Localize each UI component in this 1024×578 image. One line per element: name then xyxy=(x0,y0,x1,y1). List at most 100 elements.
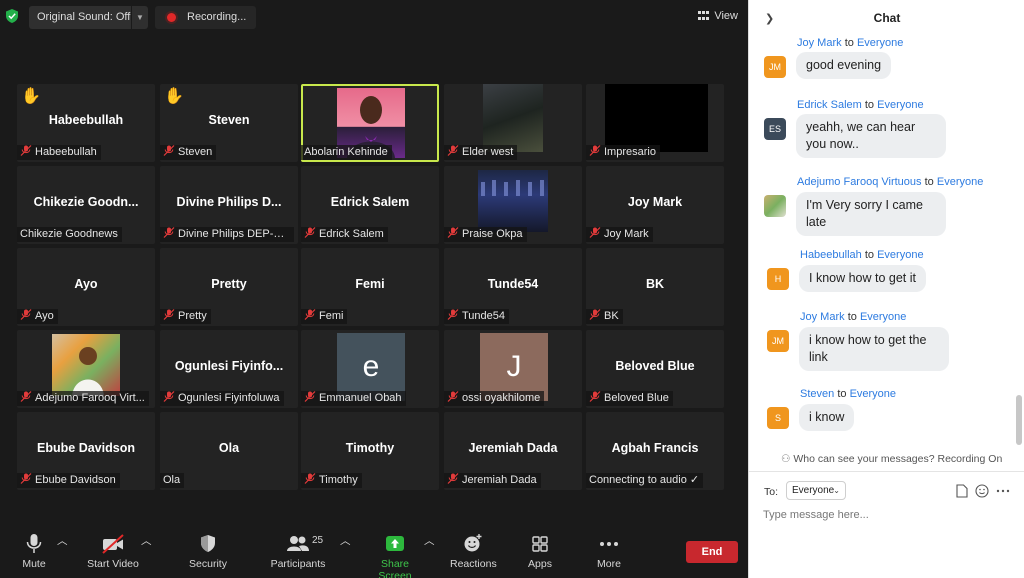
participant-tile[interactable]: Femi Femi xyxy=(301,248,439,326)
chat-message-header: Joy Mark to Everyone xyxy=(800,311,906,323)
file-icon[interactable] xyxy=(956,484,968,501)
participant-name: Pretty xyxy=(211,277,247,291)
share-screen-button[interactable]: Share Screen xyxy=(364,533,426,578)
participant-tile[interactable]: Edrick Salem Edrick Salem xyxy=(301,166,439,244)
chat-scrollbar[interactable] xyxy=(1016,38,1022,445)
nameplate-label: Edrick Salem xyxy=(319,228,384,240)
participant-tile[interactable]: Praise Okpa xyxy=(444,166,582,244)
participant-nameplate: Joy Mark xyxy=(586,227,653,242)
nameplate-label: Elder west xyxy=(462,146,514,158)
apps-button[interactable]: Apps xyxy=(524,533,556,570)
raised-hand-icon: ✋ xyxy=(21,88,41,105)
participants-options-chevron-icon[interactable]: ︿ xyxy=(340,533,351,548)
participant-tile[interactable]: Beloved Blue Beloved Blue xyxy=(586,330,724,408)
security-button[interactable]: Security xyxy=(186,533,230,570)
security-shield-icon xyxy=(201,535,215,552)
chat-message-bubble[interactable]: i know xyxy=(799,404,855,431)
mute-options-chevron-icon[interactable]: ︿ xyxy=(57,533,68,548)
participant-tile[interactable]: Timothy Timothy xyxy=(301,412,439,490)
start-video-button[interactable]: Start Video xyxy=(84,533,142,570)
chat-message-header: Joy Mark to Everyone xyxy=(797,37,903,49)
sender-name[interactable]: Edrick Salem xyxy=(797,99,862,111)
share-options-chevron-icon[interactable]: ︿ xyxy=(424,533,435,548)
avatar xyxy=(764,195,786,217)
participant-nameplate: Beloved Blue xyxy=(586,391,673,406)
participant-nameplate: BK xyxy=(586,309,623,324)
end-meeting-button[interactable]: End xyxy=(686,541,738,563)
chat-message-bubble[interactable]: good evening xyxy=(796,52,892,79)
chat-message-bubble[interactable]: I know how to get it xyxy=(799,265,927,292)
participant-tile[interactable]: Ayo Ayo xyxy=(17,248,155,326)
participant-name: Jeremiah Dada xyxy=(468,441,558,455)
recipient-name: Everyone xyxy=(877,249,924,261)
participant-tile[interactable]: Impresario xyxy=(586,84,724,162)
microphone-icon xyxy=(26,534,42,553)
participant-tile[interactable]: Joy Mark Joy Mark xyxy=(586,166,724,244)
more-options-icon[interactable] xyxy=(996,484,1010,501)
sender-name[interactable]: Joy Mark xyxy=(800,311,845,323)
participant-tile[interactable]: ✋ Steven Steven xyxy=(160,84,298,162)
sender-name[interactable]: Adejumo Farooq Virtuous xyxy=(797,176,922,188)
participant-tile[interactable]: Divine Philips D... Divine Philips DEP-EX… xyxy=(160,166,298,244)
participant-tile[interactable]: Tunde54 Tunde54 xyxy=(444,248,582,326)
video-options-chevron-icon[interactable]: ︿ xyxy=(141,533,152,548)
participant-tile[interactable]: Abolarin Kehinde xyxy=(301,84,439,162)
microphone-muted-icon xyxy=(447,227,459,238)
share-screen-icon xyxy=(386,536,404,551)
privacy-notice[interactable]: ⚇ Who can see your messages? Recording O… xyxy=(781,453,1002,465)
participant-tile[interactable]: BK BK xyxy=(586,248,724,326)
participant-tile[interactable]: Jeremiah Dada Jeremiah Dada xyxy=(444,412,582,490)
recording-indicator[interactable]: Recording... xyxy=(155,6,256,29)
recipient-select[interactable]: Everyone ⌄ xyxy=(786,481,846,500)
scrollbar-thumb[interactable] xyxy=(1016,395,1022,445)
chat-message-bubble[interactable]: yeahh, we can hear you now.. xyxy=(796,114,946,158)
mute-button[interactable]: Mute xyxy=(16,533,52,570)
video-off-icon xyxy=(102,534,124,554)
nameplate-label: Impresario xyxy=(604,146,656,158)
participant-tile[interactable]: Jossi oyakhilome xyxy=(444,330,582,408)
participant-name: Ayo xyxy=(74,277,98,291)
nameplate-label: Abolarin Kehinde xyxy=(304,146,388,158)
participant-nameplate: Connecting to audio ✓ xyxy=(586,473,704,488)
participant-name: Ola xyxy=(218,441,240,455)
reactions-button[interactable]: Reactions xyxy=(450,533,497,570)
participant-tile[interactable]: e Emmanuel Obah xyxy=(301,330,439,408)
participant-tile[interactable]: ✋ Habeebullah Habeebullah xyxy=(17,84,155,162)
emoji-icon[interactable] xyxy=(975,484,989,501)
view-button[interactable]: View xyxy=(698,8,738,24)
sender-name[interactable]: Steven xyxy=(800,388,834,400)
microphone-muted-icon xyxy=(447,309,459,320)
participant-tile[interactable]: Ogunlesi Fiyinfo... Ogunlesi Fiyinfoluwa xyxy=(160,330,298,408)
participant-tile[interactable]: Ebube Davidson Ebube Davidson xyxy=(17,412,155,490)
participant-tile[interactable]: Elder west xyxy=(444,84,582,162)
participant-tile[interactable]: Pretty Pretty xyxy=(160,248,298,326)
chat-message-input[interactable] xyxy=(763,506,1013,524)
participant-name: Divine Philips D... xyxy=(176,195,282,209)
chat-message-bubble[interactable]: I'm Very sorry I came late xyxy=(796,192,946,236)
mute-label: Mute xyxy=(22,558,46,570)
original-sound-button[interactable]: Original Sound: Off xyxy=(29,6,131,29)
avatar: ES xyxy=(764,118,786,140)
more-label: More xyxy=(597,558,621,570)
participant-tile[interactable]: Adejumo Farooq Virt... xyxy=(17,330,155,408)
participant-tile[interactable]: Chikezie Goodn... Chikezie Goodnews xyxy=(17,166,155,244)
participant-nameplate: Femi xyxy=(301,309,348,324)
participant-nameplate: Divine Philips DEP-EXI... xyxy=(160,227,294,242)
more-button[interactable]: More xyxy=(592,533,626,570)
participant-nameplate: Ayo xyxy=(17,309,58,324)
to-word: to xyxy=(837,388,847,400)
nameplate-label: Adejumo Farooq Virt... xyxy=(35,392,145,404)
sender-name[interactable]: Joy Mark xyxy=(797,37,842,49)
start-video-label: Start Video xyxy=(87,558,139,570)
participant-video xyxy=(478,170,548,232)
chevron-down-icon[interactable]: ▼ xyxy=(132,6,148,29)
chat-message-bubble[interactable]: i know how to get the link xyxy=(799,327,949,371)
participant-tile[interactable]: Ola Ola xyxy=(160,412,298,490)
nameplate-label: Joy Mark xyxy=(604,228,649,240)
participant-tile[interactable]: Agbah Francis Connecting to audio ✓ xyxy=(586,412,724,490)
meeting-topbar: Original Sound: Off ▼ Recording... View xyxy=(0,0,748,34)
avatar: JM xyxy=(767,330,789,352)
shield-icon[interactable] xyxy=(6,9,18,23)
sender-name[interactable]: Habeebullah xyxy=(800,249,862,261)
participant-nameplate: Praise Okpa xyxy=(444,227,527,242)
